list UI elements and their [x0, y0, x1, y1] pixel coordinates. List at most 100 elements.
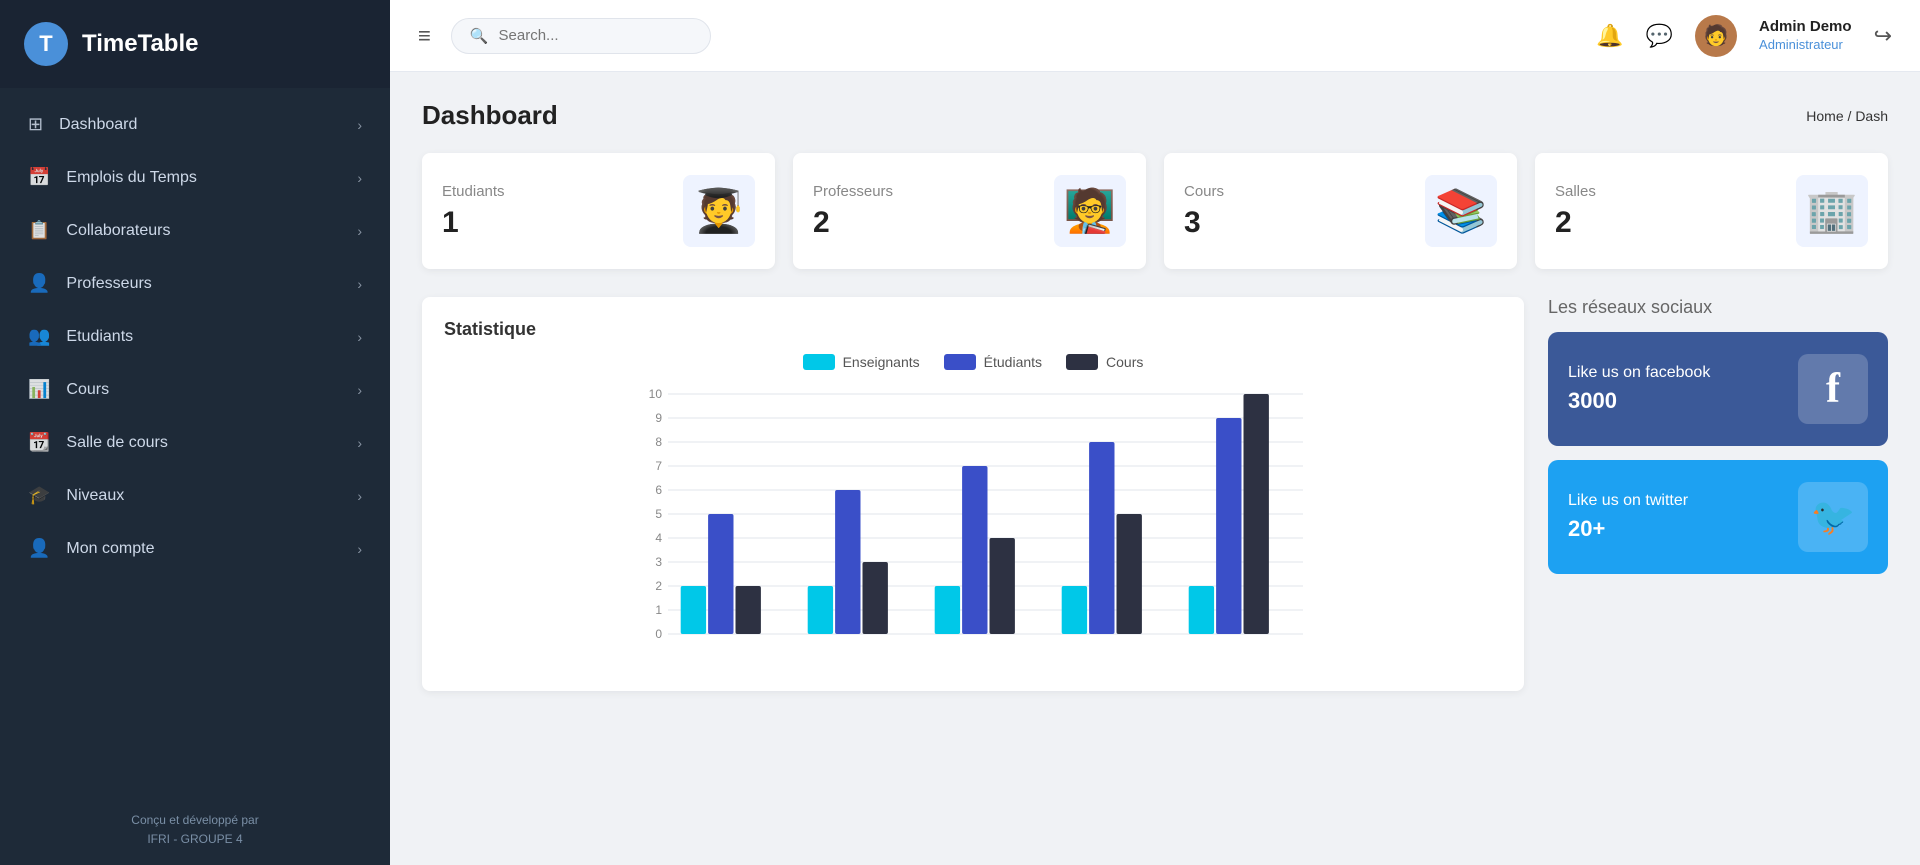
- nav-label-emplois: Emplois du Temps: [66, 169, 196, 187]
- nav-item-left: 📅 Emplois du Temps: [28, 167, 197, 188]
- legend-label-2: Cours: [1106, 354, 1143, 370]
- social-card-facebook[interactable]: Like us on facebook 3000 f: [1548, 332, 1888, 446]
- social-icon-facebook: f: [1798, 354, 1868, 424]
- nav-icon-emplois: 📅: [28, 167, 50, 188]
- stat-card-0: Etudiants 1 🧑‍🎓: [422, 153, 775, 269]
- social-section: Les réseaux sociaux Like us on facebook …: [1548, 297, 1888, 691]
- nav-icon-collaborateurs: 📋: [28, 220, 50, 241]
- nav-icon-dashboard: ⊞: [28, 114, 43, 135]
- nav-label-cours: Cours: [66, 381, 109, 399]
- stat-info-0: Etudiants 1: [442, 183, 505, 240]
- stat-image-0: 🧑‍🎓: [683, 175, 755, 247]
- sidebar-item-dashboard[interactable]: ⊞ Dashboard ›: [0, 98, 390, 151]
- sidebar-header: T TimeTable: [0, 0, 390, 88]
- nav-label-etudiants: Etudiants: [66, 328, 133, 346]
- stat-value-0: 1: [442, 206, 505, 240]
- legend-color-0: [803, 354, 835, 370]
- svg-text:8: 8: [655, 435, 662, 449]
- nav-label-niveaux: Niveaux: [66, 487, 124, 505]
- nav-item-left: 🎓 Niveaux: [28, 485, 124, 506]
- social-name-facebook: Like us on facebook: [1568, 364, 1710, 382]
- search-icon: 🔍: [470, 27, 489, 45]
- svg-text:0: 0: [655, 627, 662, 641]
- chart-title: Statistique: [444, 319, 1502, 340]
- legend-color-2: [1066, 354, 1098, 370]
- app-title: TimeTable: [82, 30, 198, 58]
- sidebar-footer: Conçu et développé par IFRI - GROUPE 4: [0, 795, 390, 865]
- nav-label-salle: Salle de cours: [66, 434, 167, 452]
- social-icon-twitter: 🐦: [1798, 482, 1868, 552]
- legend-item-0: Enseignants: [803, 354, 920, 370]
- stat-info-3: Salles 2: [1555, 183, 1596, 240]
- stat-image-2: 📚: [1425, 175, 1497, 247]
- logout-icon[interactable]: ↪: [1874, 23, 1892, 49]
- chevron-icon: ›: [357, 488, 362, 504]
- nav-item-left: 📆 Salle de cours: [28, 432, 168, 453]
- nav-label-professeurs: Professeurs: [66, 275, 151, 293]
- legend-label-1: Étudiants: [984, 354, 1042, 370]
- social-text-twitter: Like us on twitter 20+: [1568, 492, 1688, 542]
- chevron-icon: ›: [357, 329, 362, 345]
- breadcrumb: Home / Dash: [1806, 108, 1888, 124]
- sidebar: T TimeTable ⊞ Dashboard › 📅 Emplois du T…: [0, 0, 390, 865]
- social-section-title: Les réseaux sociaux: [1548, 297, 1888, 318]
- stat-image-3: 🏢: [1796, 175, 1868, 247]
- chevron-icon: ›: [357, 223, 362, 239]
- menu-toggle-button[interactable]: ≡: [418, 23, 431, 49]
- search-bar: 🔍: [451, 18, 711, 54]
- user-role: Administrateur: [1759, 37, 1852, 54]
- sidebar-nav: ⊞ Dashboard › 📅 Emplois du Temps › 📋 Col…: [0, 88, 390, 795]
- page-content: Dashboard Home / Dash Etudiants 1 🧑‍🎓 Pr…: [390, 72, 1920, 865]
- chevron-icon: ›: [357, 435, 362, 451]
- search-input[interactable]: [499, 27, 698, 44]
- sidebar-item-emplois[interactable]: 📅 Emplois du Temps ›: [0, 151, 390, 204]
- legend-color-1: [944, 354, 976, 370]
- sidebar-item-salle[interactable]: 📆 Salle de cours ›: [0, 416, 390, 469]
- chevron-icon: ›: [357, 541, 362, 557]
- svg-text:2: 2: [655, 579, 662, 593]
- svg-text:7: 7: [655, 459, 662, 473]
- nav-item-left: 📊 Cours: [28, 379, 109, 400]
- breadcrumb-home[interactable]: Home: [1806, 108, 1843, 124]
- message-icon[interactable]: 💬: [1646, 23, 1673, 49]
- topbar-right: 🔔 💬 🧑 Admin Demo Administrateur ↪: [1596, 15, 1892, 57]
- chevron-icon: ›: [357, 276, 362, 292]
- nav-item-left: 👥 Etudiants: [28, 326, 133, 347]
- breadcrumb-current: Dash: [1855, 108, 1888, 124]
- chart-legend: Enseignants Étudiants Cours: [444, 354, 1502, 370]
- svg-text:10: 10: [649, 387, 663, 401]
- page-header: Dashboard Home / Dash: [422, 100, 1888, 131]
- stat-value-2: 3: [1184, 206, 1224, 240]
- sidebar-item-collaborateurs[interactable]: 📋 Collaborateurs ›: [0, 204, 390, 257]
- nav-icon-etudiants: 👥: [28, 326, 50, 347]
- sidebar-item-etudiants[interactable]: 👥 Etudiants ›: [0, 310, 390, 363]
- nav-icon-cours: 📊: [28, 379, 50, 400]
- nav-label-dashboard: Dashboard: [59, 116, 137, 134]
- legend-item-1: Étudiants: [944, 354, 1042, 370]
- svg-text:5: 5: [655, 507, 662, 521]
- sidebar-item-compte[interactable]: 👤 Mon compte ›: [0, 522, 390, 575]
- sidebar-item-cours[interactable]: 📊 Cours ›: [0, 363, 390, 416]
- nav-icon-salle: 📆: [28, 432, 50, 453]
- nav-item-left: ⊞ Dashboard: [28, 114, 137, 135]
- stat-info-1: Professeurs 2: [813, 183, 893, 240]
- notification-icon[interactable]: 🔔: [1596, 23, 1623, 49]
- legend-item-2: Cours: [1066, 354, 1143, 370]
- svg-text:1: 1: [655, 603, 662, 617]
- user-info: Admin Demo Administrateur: [1759, 17, 1852, 53]
- social-card-twitter[interactable]: Like us on twitter 20+ 🐦: [1548, 460, 1888, 574]
- app-logo: T: [24, 22, 68, 66]
- nav-icon-niveaux: 🎓: [28, 485, 50, 506]
- stat-label-3: Salles: [1555, 183, 1596, 200]
- nav-label-compte: Mon compte: [66, 540, 154, 558]
- sidebar-item-niveaux[interactable]: 🎓 Niveaux ›: [0, 469, 390, 522]
- nav-item-left: 👤 Professeurs: [28, 273, 152, 294]
- stat-label-2: Cours: [1184, 183, 1224, 200]
- sidebar-item-professeurs[interactable]: 👤 Professeurs ›: [0, 257, 390, 310]
- social-count-twitter: 20+: [1568, 516, 1688, 542]
- nav-item-left: 📋 Collaborateurs: [28, 220, 170, 241]
- nav-icon-professeurs: 👤: [28, 273, 50, 294]
- nav-label-collaborateurs: Collaborateurs: [66, 222, 170, 240]
- user-name: Admin Demo: [1759, 17, 1852, 37]
- chevron-icon: ›: [357, 382, 362, 398]
